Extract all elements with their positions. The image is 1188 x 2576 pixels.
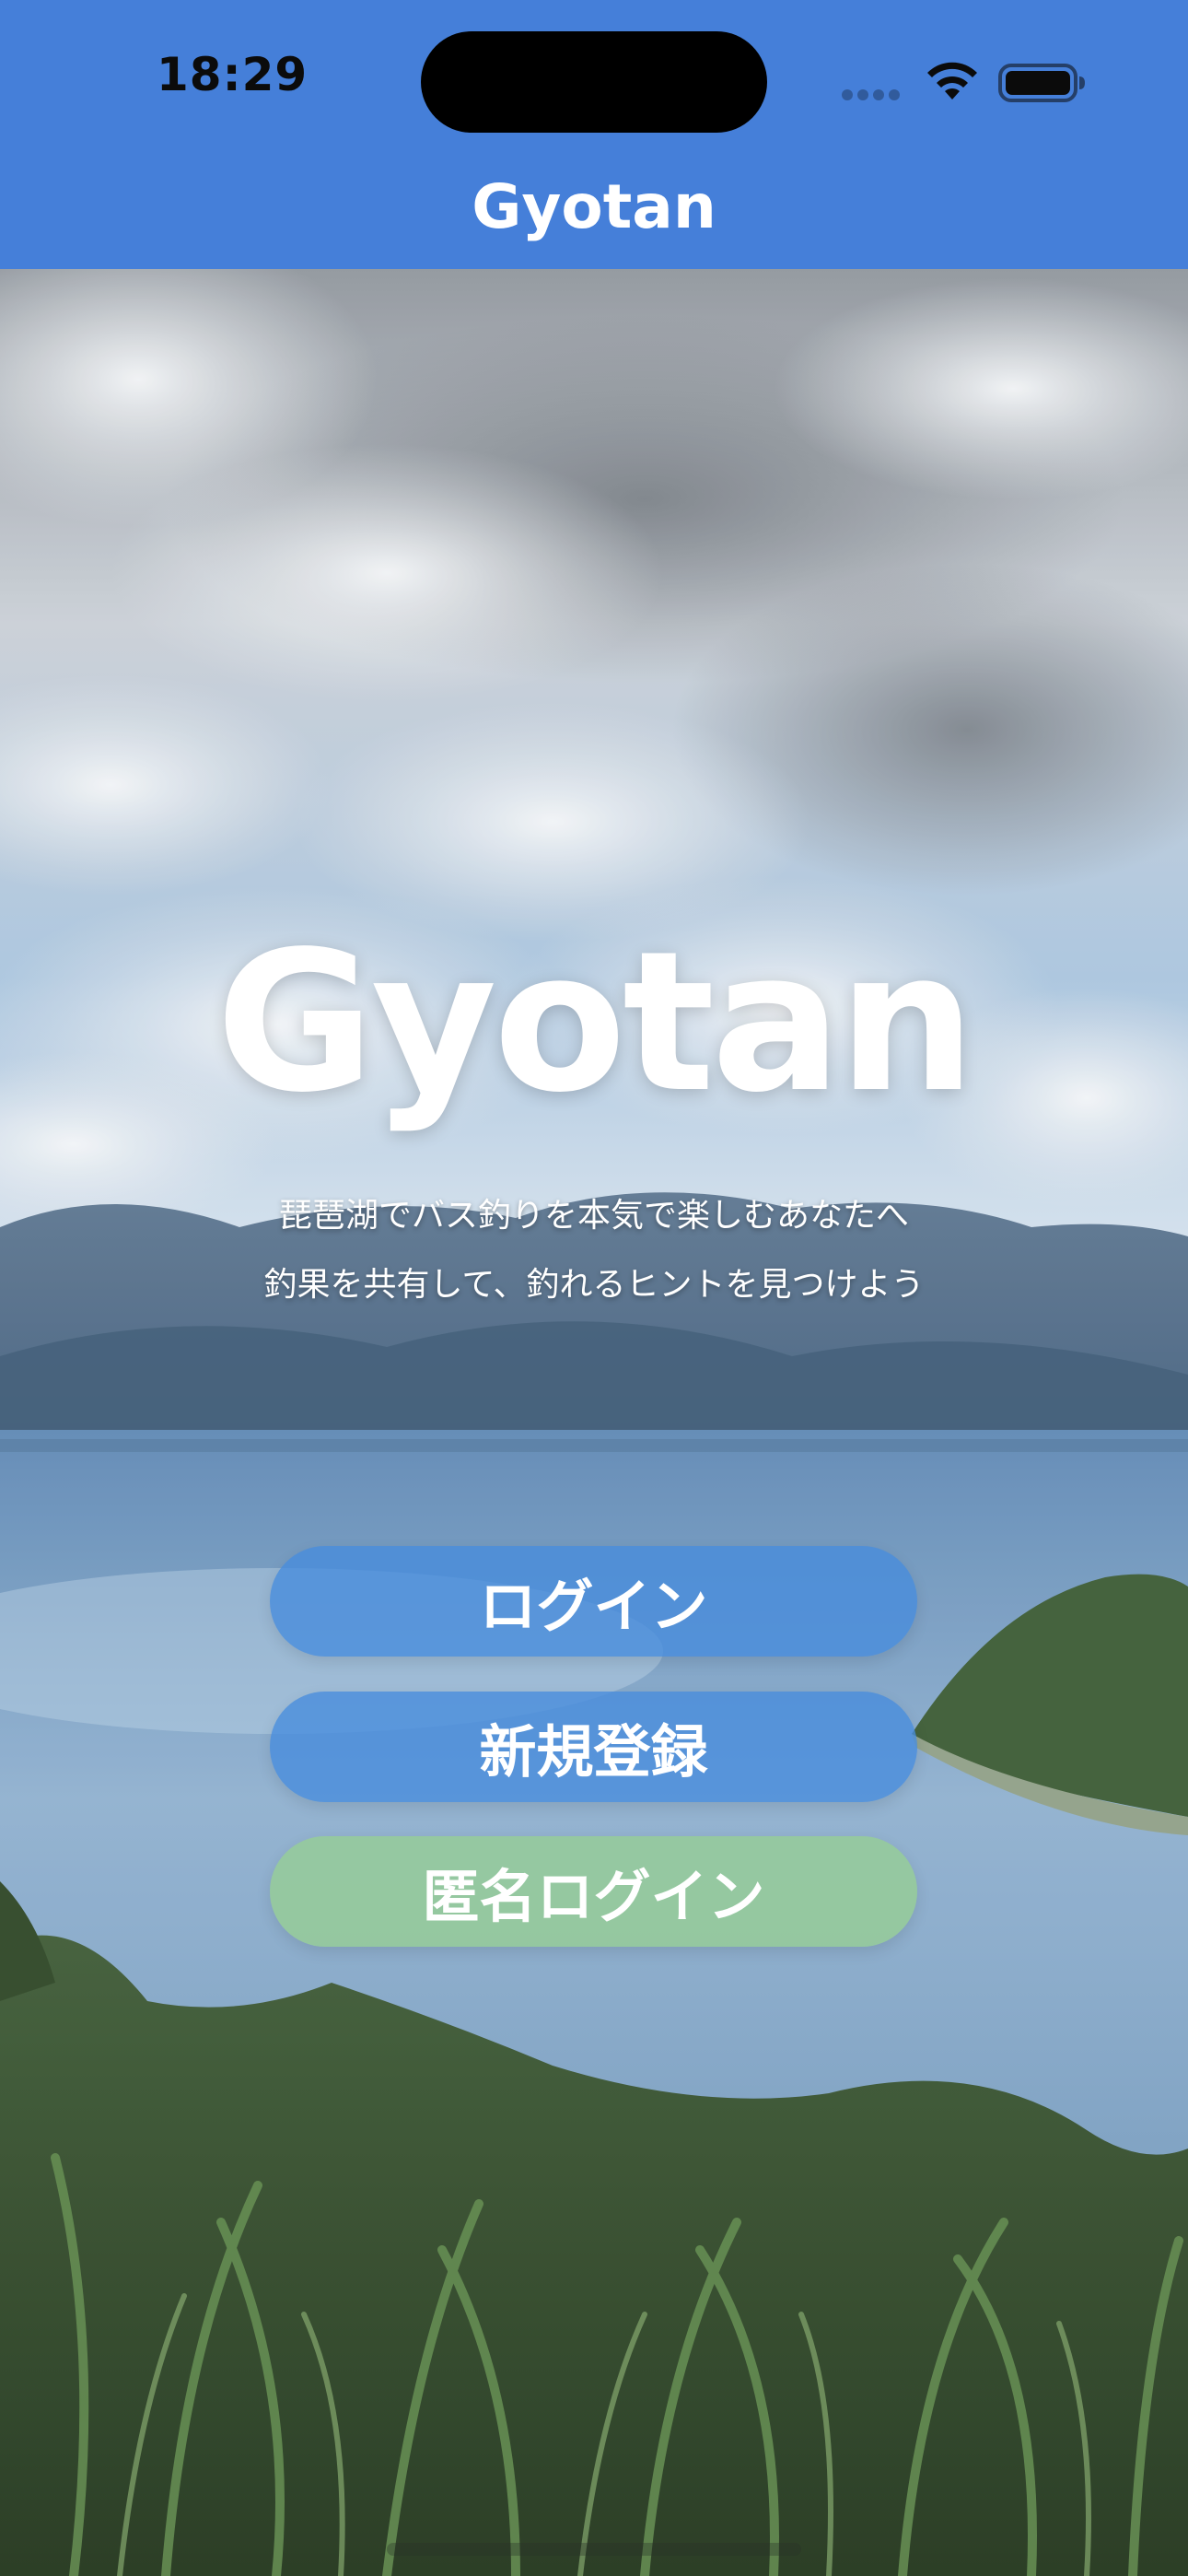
anonymous-login-button[interactable]: 匿名ログイン bbox=[270, 1836, 917, 1947]
cellular-signal-icon bbox=[842, 87, 904, 104]
battery-icon bbox=[998, 64, 1085, 102]
home-indicator[interactable] bbox=[387, 2543, 801, 2556]
hero-title: Gyotan bbox=[215, 909, 975, 1135]
nav-title: Gyotan bbox=[472, 171, 716, 242]
tagline-line-1: 琵琶湖でバス釣りを本気で楽しむあなたへ bbox=[278, 1197, 909, 1235]
wifi-icon bbox=[927, 62, 977, 100]
lake-landscape-illustration bbox=[0, 269, 1188, 2576]
register-button[interactable]: 新規登録 bbox=[270, 1692, 917, 1802]
tagline-line-2: 釣果を共有して、釣れるヒントを見つけよう bbox=[263, 1266, 925, 1304]
login-button[interactable]: ログイン bbox=[270, 1546, 917, 1657]
hero-background-image bbox=[0, 269, 1188, 2576]
navigation-bar: 18:29 Gyotan bbox=[0, 0, 1188, 269]
dynamic-island bbox=[421, 31, 767, 133]
status-icons bbox=[836, 57, 1094, 103]
status-time: 18:29 bbox=[157, 48, 309, 101]
